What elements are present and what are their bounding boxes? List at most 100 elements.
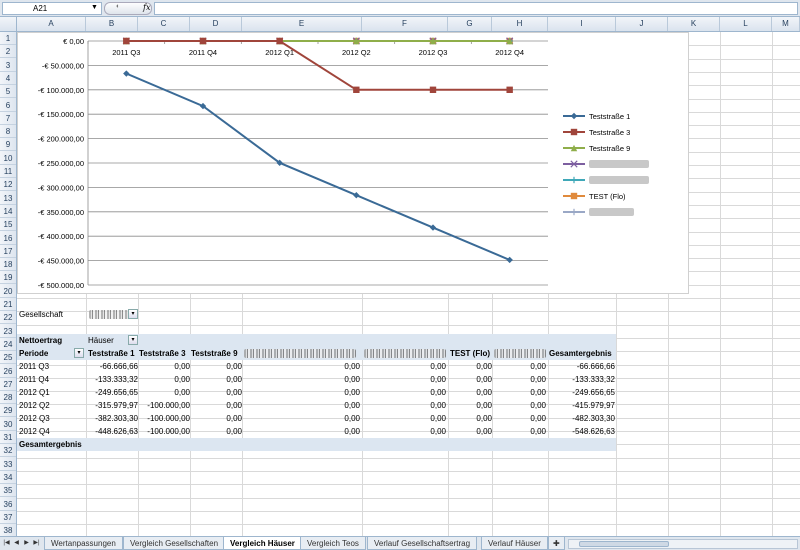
pivot-cell[interactable]: 0,00 bbox=[139, 373, 190, 386]
column-header-l[interactable]: L bbox=[720, 17, 772, 31]
column-header-h[interactable]: H bbox=[492, 17, 548, 31]
column-header-b[interactable]: B bbox=[86, 17, 138, 31]
pivot-cell[interactable]: -66.666,66 bbox=[549, 360, 615, 373]
row-header-24[interactable]: 24 bbox=[0, 338, 16, 351]
pivot-row-label[interactable]: 2011 Q4 bbox=[19, 373, 85, 386]
pivot-cell[interactable]: 0,00 bbox=[243, 425, 360, 438]
pivot-cell[interactable]: -66.666,66 bbox=[88, 360, 138, 373]
pivot-row-label[interactable]: 2012 Q4 bbox=[19, 425, 85, 438]
insert-function-icon[interactable]: fx bbox=[143, 3, 150, 12]
pivot-cell[interactable]: 0,00 bbox=[363, 412, 446, 425]
pivot-cell[interactable]: 0,00 bbox=[449, 386, 492, 399]
pivot-cell[interactable]: 0,00 bbox=[139, 386, 190, 399]
pivot-cell[interactable]: 0,00 bbox=[449, 373, 492, 386]
pivot-cell[interactable]: 0,00 bbox=[243, 412, 360, 425]
pivot-cell[interactable]: -548.626,63 bbox=[549, 425, 615, 438]
row-field-dropdown-icon[interactable]: ▾ bbox=[74, 348, 84, 358]
horizontal-scrollbar[interactable] bbox=[568, 539, 798, 549]
column-header-a[interactable]: A bbox=[17, 17, 86, 31]
row-header-37[interactable]: 37 bbox=[0, 511, 16, 524]
row-header-27[interactable]: 27 bbox=[0, 378, 16, 391]
row-header-8[interactable]: 8 bbox=[0, 125, 16, 139]
scrollbar-thumb[interactable] bbox=[579, 541, 669, 547]
name-box-dropdown-icon[interactable]: ▼ bbox=[91, 3, 98, 13]
pivot-cell[interactable]: 0,00 bbox=[449, 399, 492, 412]
row-header-3[interactable]: 3 bbox=[0, 59, 16, 72]
sheet-tab-vergleich-gesellschaften[interactable]: Vergleich Gesellschaften bbox=[123, 537, 226, 550]
pivot-cell[interactable]: 0,00 bbox=[363, 360, 446, 373]
row-header-22[interactable]: 22 bbox=[0, 311, 16, 325]
row-header-14[interactable]: 14 bbox=[0, 205, 16, 218]
pivot-cell[interactable]: 0,00 bbox=[449, 412, 492, 425]
column-field-dropdown-icon[interactable]: ▾ bbox=[128, 335, 138, 345]
pivot-cell[interactable]: -100.000,00 bbox=[139, 399, 190, 412]
line-chart[interactable]: € 0,00 -€ 50.000,00 -€ 100.000,00 -€ 150.00… bbox=[17, 32, 689, 294]
pivot-cell[interactable]: -133.333,32 bbox=[88, 373, 138, 386]
pivot-cell[interactable]: 0,00 bbox=[493, 412, 546, 425]
column-header-f[interactable]: F bbox=[362, 17, 448, 31]
pivot-row-label[interactable]: 2012 Q2 bbox=[19, 399, 85, 412]
pivot-cell[interactable]: 0,00 bbox=[493, 399, 546, 412]
row-header-35[interactable]: 35 bbox=[0, 484, 16, 498]
sheet-tab-vergleich-teos[interactable]: Vergleich Teos bbox=[300, 537, 366, 550]
pivot-cell[interactable]: -315.979,97 bbox=[88, 399, 138, 412]
pivot-cell[interactable]: -415.979,97 bbox=[549, 399, 615, 412]
row-header-32[interactable]: 32 bbox=[0, 444, 16, 458]
column-header-k[interactable]: K bbox=[668, 17, 720, 31]
row-header-34[interactable]: 34 bbox=[0, 471, 16, 484]
pivot-cell[interactable]: 0,00 bbox=[363, 373, 446, 386]
insert-sheet-icon[interactable]: ✚ bbox=[548, 537, 565, 550]
row-header-10[interactable]: 10 bbox=[0, 152, 16, 165]
column-header-c[interactable]: C bbox=[138, 17, 190, 31]
pivot-cell[interactable]: 0,00 bbox=[493, 373, 546, 386]
row-header-15[interactable]: 15 bbox=[0, 218, 16, 232]
pivot-cell[interactable]: 0,00 bbox=[243, 386, 360, 399]
row-header-29[interactable]: 29 bbox=[0, 404, 16, 418]
pivot-cell[interactable]: 0,00 bbox=[449, 425, 492, 438]
row-header-7[interactable]: 7 bbox=[0, 112, 16, 125]
pivot-cell[interactable]: -249.656,65 bbox=[88, 386, 138, 399]
column-header-d[interactable]: D bbox=[190, 17, 242, 31]
row-header-6[interactable]: 6 bbox=[0, 99, 16, 112]
pivot-row-label[interactable]: 2012 Q1 bbox=[19, 386, 85, 399]
row-header-4[interactable]: 4 bbox=[0, 72, 16, 85]
pivot-cell[interactable]: 0,00 bbox=[191, 399, 242, 412]
next-sheet-icon[interactable]: ▶ bbox=[22, 538, 31, 549]
pivot-row-label[interactable]: 2011 Q3 bbox=[19, 360, 85, 373]
pivot-cell[interactable]: 0,00 bbox=[191, 386, 242, 399]
row-header-30[interactable]: 30 bbox=[0, 418, 16, 431]
formula-input[interactable] bbox=[154, 2, 798, 15]
row-header-28[interactable]: 28 bbox=[0, 391, 16, 405]
row-header-11[interactable]: 11 bbox=[0, 165, 16, 178]
sheet-tab-verlauf-gesellschaftsertrag[interactable]: Verlauf Gesellschaftsertrag bbox=[367, 537, 478, 550]
column-header-e[interactable]: E bbox=[242, 17, 362, 31]
row-header-31[interactable]: 31 bbox=[0, 431, 16, 444]
pivot-cell[interactable]: 0,00 bbox=[243, 399, 360, 412]
row-header-23[interactable]: 23 bbox=[0, 325, 16, 338]
pivot-cell[interactable]: 0,00 bbox=[191, 425, 242, 438]
filter-dropdown-icon[interactable]: ▾ bbox=[128, 309, 138, 319]
pivot-cell[interactable]: -448.626,63 bbox=[88, 425, 138, 438]
row-header-19[interactable]: 19 bbox=[0, 271, 16, 285]
row-header-21[interactable]: 21 bbox=[0, 298, 16, 311]
pivot-cell[interactable]: -382.303,30 bbox=[88, 412, 138, 425]
pivot-cell[interactable]: 0,00 bbox=[191, 360, 242, 373]
row-header-5[interactable]: 5 bbox=[0, 85, 16, 99]
row-header-12[interactable]: 12 bbox=[0, 178, 16, 192]
pivot-row-label[interactable]: 2012 Q3 bbox=[19, 412, 85, 425]
pivot-cell[interactable]: -133.333,32 bbox=[549, 373, 615, 386]
pivot-cell[interactable]: 0,00 bbox=[363, 399, 446, 412]
row-header-18[interactable]: 18 bbox=[0, 258, 16, 272]
pivot-cell[interactable]: -100.000,00 bbox=[139, 425, 190, 438]
column-header-i[interactable]: I bbox=[548, 17, 616, 31]
pivot-cell[interactable]: 0,00 bbox=[493, 386, 546, 399]
pivot-cell[interactable]: 0,00 bbox=[449, 360, 492, 373]
row-header-16[interactable]: 16 bbox=[0, 232, 16, 245]
sheet-tab-wertanpassungen[interactable]: Wertanpassungen bbox=[44, 537, 123, 550]
row-header-25[interactable]: 25 bbox=[0, 351, 16, 365]
first-sheet-icon[interactable]: |◀ bbox=[2, 538, 11, 549]
row-header-36[interactable]: 36 bbox=[0, 498, 16, 511]
row-header-26[interactable]: 26 bbox=[0, 365, 16, 378]
column-header-j[interactable]: J bbox=[616, 17, 668, 31]
pivot-cell[interactable]: 0,00 bbox=[363, 425, 446, 438]
